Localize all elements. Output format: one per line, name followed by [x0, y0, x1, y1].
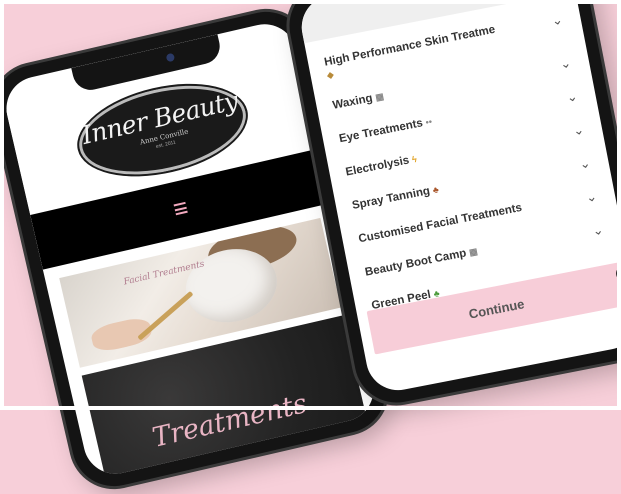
chevron-down-icon[interactable]: ⌄	[591, 222, 605, 240]
calendar-icon: ▦	[468, 246, 479, 258]
chevron-down-icon[interactable]: ⌄	[550, 12, 564, 30]
eyes-icon: ••	[424, 116, 433, 128]
brush-shape	[137, 290, 194, 341]
lightning-icon: ϟ	[411, 153, 418, 165]
service-label: Waxing	[331, 92, 374, 112]
chevron-down-icon[interactable]: ⌄	[559, 55, 573, 73]
calendar-icon: ▦	[374, 91, 385, 103]
chevron-down-icon[interactable]: ⌄	[572, 122, 586, 140]
chevron-down-icon[interactable]: ⌄	[578, 155, 592, 173]
service-label: Electrolysis	[344, 154, 411, 179]
chevron-down-icon[interactable]: ⌄	[565, 88, 579, 106]
service-label: Eye Treatments	[338, 117, 424, 146]
chevron-down-icon[interactable]: ⌄	[585, 188, 599, 206]
hamburger-menu-icon[interactable]	[173, 201, 188, 216]
leaf-icon: ♣	[431, 184, 440, 196]
treatments-title: Treatments	[149, 388, 310, 454]
service-label: Spray Tanning	[351, 185, 431, 212]
